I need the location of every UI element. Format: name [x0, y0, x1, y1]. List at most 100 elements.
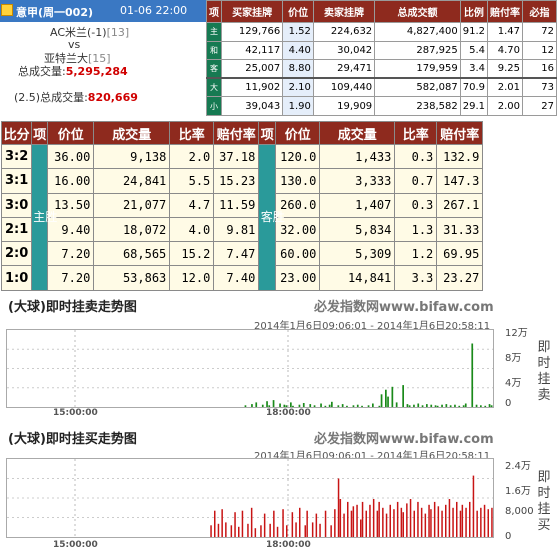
chart-bar	[225, 522, 227, 537]
sell-x-tick: 15:00:00	[53, 408, 98, 418]
payout-value: 2.00	[487, 96, 524, 116]
index-value: 73	[522, 77, 557, 98]
chart-bar	[420, 507, 423, 537]
score-row: 3:1 16.00 24,841 5.5 15.23 130.0 3,333 0.7 147.3	[0, 168, 484, 194]
chart-bar	[352, 506, 355, 537]
col-score: 比分	[0, 121, 33, 145]
chart-bar	[299, 507, 301, 537]
chart-bar	[285, 405, 288, 407]
chart-bar	[430, 509, 432, 537]
sell-chart-watermark: 必发指数网www.bifaw.com	[314, 300, 494, 315]
home-volume: 18,072	[93, 216, 171, 243]
chart-bar	[324, 405, 327, 407]
row-label: 客	[206, 59, 222, 79]
chart-bar	[361, 501, 364, 537]
away-payout: 23.27	[436, 265, 484, 291]
sell-chart-svg	[7, 330, 493, 407]
chart-bar	[255, 402, 258, 407]
buy-value: 25,007	[220, 59, 284, 79]
league-label[interactable]: 意甲(周一002)	[16, 4, 93, 20]
col-payout: 赔付率	[487, 0, 524, 23]
away-payout: 69.95	[436, 241, 484, 267]
total-value: 179,959	[374, 59, 461, 79]
chart-bar	[382, 507, 384, 537]
away-volume: 14,841	[319, 265, 396, 291]
chart-bar	[346, 405, 348, 407]
chart-bar	[369, 504, 371, 537]
chart-bar	[462, 405, 465, 407]
home-volume: 24,841	[93, 168, 171, 194]
home-win-text: 主胜	[33, 210, 58, 225]
away-price: 23.00	[275, 265, 321, 291]
score-row: 3:0 13.50 21,077 4.7 11.59 260.0 1,407 0.3 267.1	[0, 192, 484, 218]
sell-value: 30,042	[312, 40, 376, 61]
chart-bar	[441, 404, 443, 407]
col-away-ratio: 比率	[394, 121, 438, 145]
chart-bar	[263, 513, 266, 537]
chart-bar	[320, 403, 322, 407]
home-team: AC米兰(-1)[13]	[50, 24, 129, 40]
chart-bar	[409, 499, 412, 537]
home-ratio: 2.0	[169, 143, 215, 170]
chart-bar	[295, 522, 297, 537]
index-value: 16	[522, 59, 557, 79]
chart-bar	[433, 501, 436, 537]
chart-bar	[337, 405, 340, 407]
total-volume: 总成交量:5,295,284	[18, 63, 128, 79]
correct-score-table: 比分 项 价位 成交量 比率 赔付率 项 价位 成交量 比率 赔付率 3:2 主胜…	[0, 121, 484, 291]
index-value: 27	[522, 96, 557, 116]
sell-y-tick: 0	[505, 398, 512, 409]
chart-bar	[261, 404, 264, 407]
chart-bar	[483, 504, 486, 537]
col-home-price: 价位	[47, 121, 95, 145]
chart-bar	[376, 510, 379, 537]
chart-bar	[396, 501, 399, 537]
chart-bar	[430, 404, 433, 407]
col-away-item: 项	[258, 121, 277, 145]
away-volume: 5,309	[319, 241, 396, 267]
score-label: 3:1	[0, 168, 33, 194]
chart-bar	[402, 385, 404, 407]
away-ratio: 0.7	[394, 168, 438, 194]
home-payout: 37.18	[213, 143, 260, 170]
buy-chart-plot	[6, 458, 494, 538]
chart-bar	[311, 522, 314, 537]
chart-bar	[361, 405, 363, 407]
chart-bar	[290, 402, 292, 407]
col-buy: 买家挂牌	[220, 0, 284, 23]
chart-bar	[319, 523, 321, 537]
chart-bar	[244, 405, 247, 407]
index-value: 72	[522, 22, 557, 42]
col-index: 必指	[522, 0, 557, 23]
buy-value: 11,902	[220, 77, 284, 98]
chart-bar	[400, 507, 403, 537]
chart-bar	[459, 510, 462, 537]
chart-bar	[282, 509, 284, 537]
home-ratio: 15.2	[169, 241, 215, 267]
chart-bar	[230, 525, 233, 537]
buy-y-tick: 1.6万	[505, 486, 531, 497]
chart-bar	[254, 528, 257, 537]
buy-value: 42,117	[220, 40, 284, 61]
chart-bar	[360, 519, 362, 537]
total-value: 4,827,400	[374, 22, 461, 42]
chart-bar	[247, 523, 249, 537]
score-label: 3:0	[0, 192, 33, 218]
chart-bar	[241, 510, 244, 537]
payout-value: 1.47	[487, 22, 524, 42]
chart-bar	[291, 512, 294, 537]
away-volume: 3,333	[319, 168, 396, 194]
chart-bar	[372, 403, 374, 407]
away-volume: 5,834	[319, 216, 396, 243]
away-ratio: 3.3	[394, 265, 438, 291]
chart-bar	[378, 405, 381, 407]
chart-bar	[350, 510, 353, 537]
odds-row: 小 39,043 1.90 19,909 238,582 29.1 2.00 27	[206, 96, 557, 116]
chart-bar	[434, 405, 437, 407]
total-value: 287,925	[374, 40, 461, 61]
chart-bar	[413, 510, 415, 537]
away-ratio: 0.3	[394, 143, 438, 170]
chart-bar	[490, 405, 493, 407]
price-value: 8.80	[282, 59, 314, 79]
away-payout: 132.9	[436, 143, 484, 170]
